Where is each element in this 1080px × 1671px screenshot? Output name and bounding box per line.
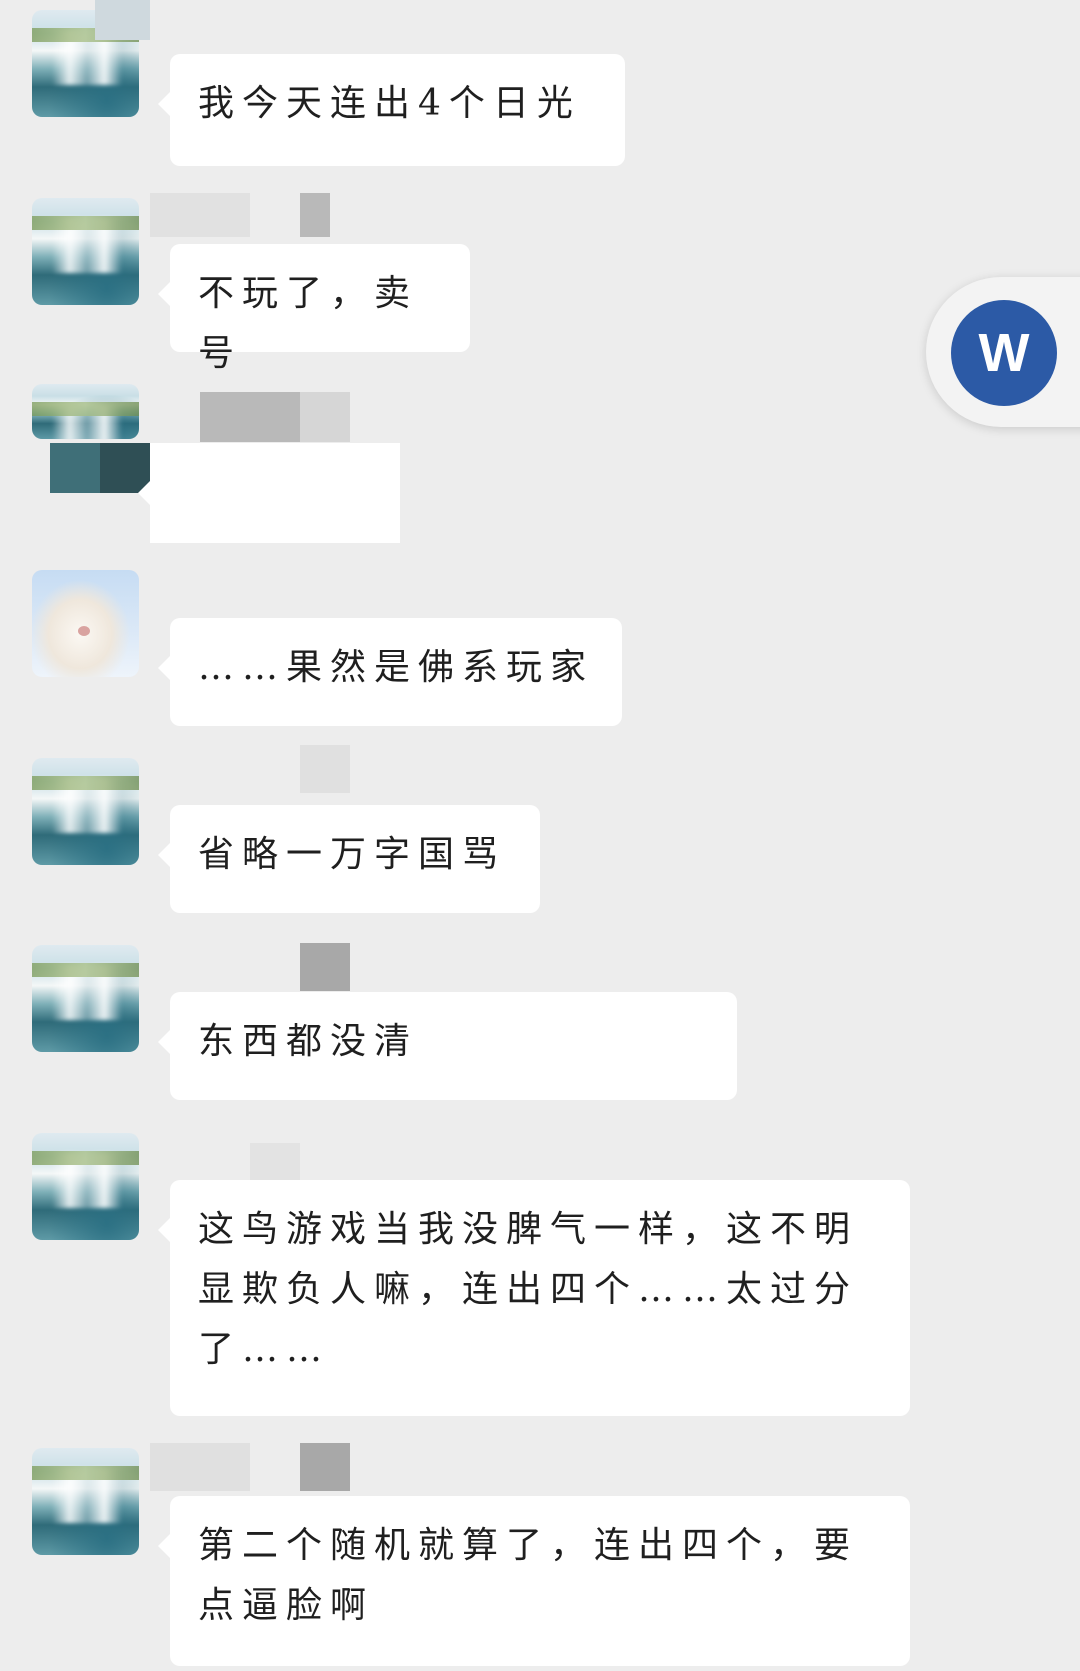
message-bubble[interactable]: 省略一万字国骂 bbox=[158, 805, 540, 913]
message-text: 省略一万字国骂 bbox=[198, 834, 507, 875]
message-text: 东西都没清 bbox=[198, 1021, 419, 1062]
message-bubble[interactable]: ……果然是佛系玩家 bbox=[158, 618, 622, 726]
message-text: 不玩了，卖号 bbox=[198, 273, 419, 374]
name-blur bbox=[300, 193, 330, 237]
avatar-waterfall[interactable] bbox=[32, 945, 139, 1052]
app-icon-letter: W bbox=[978, 323, 1030, 383]
message-text: 这鸟游戏当我没脾气一样，这不明显欺负人嘛，连出四个……太过分了…… bbox=[198, 1209, 859, 1370]
name-blur bbox=[300, 943, 350, 991]
avatar-sheep[interactable] bbox=[32, 570, 139, 677]
message-bubble[interactable]: 这鸟游戏当我没脾气一样，这不明显欺负人嘛，连出四个……太过分了…… bbox=[158, 1180, 910, 1416]
wps-app-icon[interactable]: W bbox=[951, 300, 1057, 406]
message-bubble[interactable]: 不玩了，卖号 bbox=[158, 244, 470, 374]
message-bubble[interactable]: 第二个随机就算了，连出四个，要点逼脸啊 bbox=[158, 1496, 910, 1666]
message-bubble[interactable]: 东西都没清 bbox=[158, 992, 737, 1100]
name-blur bbox=[200, 392, 300, 442]
name-blur bbox=[150, 1443, 250, 1491]
message-text: 第二个随机就算了，连出四个，要点逼脸啊 bbox=[198, 1525, 859, 1626]
name-blur bbox=[95, 0, 150, 40]
image-message-placeholder[interactable] bbox=[138, 443, 400, 543]
message-text: 我今天连出4个日光 bbox=[198, 83, 581, 124]
message-text: ……果然是佛系玩家 bbox=[198, 647, 595, 688]
avatar-waterfall[interactable] bbox=[32, 384, 139, 439]
avatar-waterfall[interactable] bbox=[32, 1133, 139, 1240]
name-blur bbox=[150, 193, 250, 237]
avatar-waterfall[interactable] bbox=[32, 1448, 139, 1555]
message-bubble[interactable]: 我今天连出4个日光 bbox=[158, 54, 625, 166]
name-blur bbox=[300, 392, 350, 442]
name-blur bbox=[300, 1443, 350, 1491]
avatar-waterfall[interactable] bbox=[32, 198, 139, 305]
avatar-waterfall[interactable] bbox=[32, 758, 139, 865]
name-blur bbox=[300, 745, 350, 793]
